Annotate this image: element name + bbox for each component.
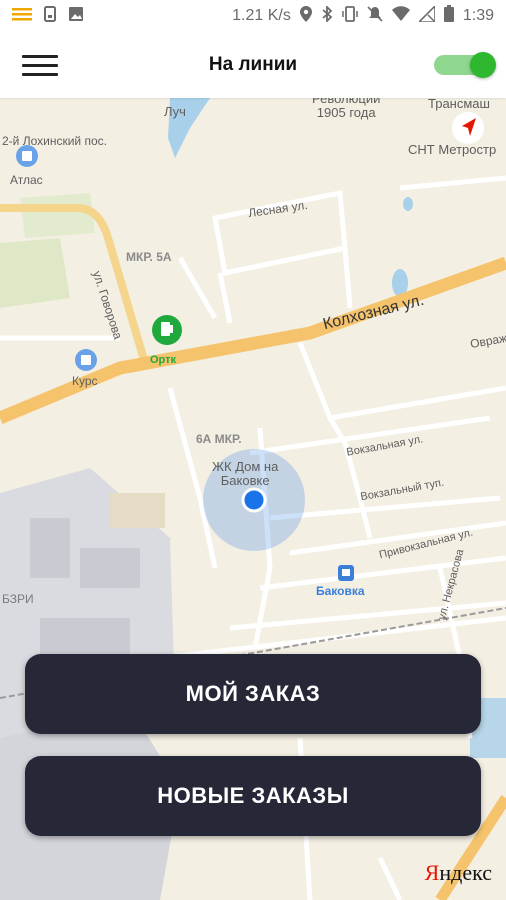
map-label: Курс [72, 374, 98, 388]
status-bar-left [0, 5, 84, 27]
map-label: МКР. 5А [126, 250, 172, 264]
new-orders-button[interactable]: НОВЫЕ ЗАКАЗЫ [25, 756, 481, 836]
map-label: Баковка [316, 584, 365, 598]
poi-atlas-icon[interactable] [16, 145, 38, 167]
vibrate-icon [342, 5, 358, 27]
gas-station-icon[interactable] [152, 315, 182, 345]
yandex-logo[interactable]: Яндекс [425, 860, 492, 886]
current-location-dot [241, 487, 267, 513]
menu-notification-icon [12, 6, 32, 27]
green-area-2 [20, 193, 95, 238]
compass-icon[interactable] [452, 112, 484, 144]
battery-icon [443, 5, 454, 27]
pond-small [403, 197, 413, 211]
network-speed: 1.21 K/s [232, 7, 291, 24]
map-label: Луч [164, 104, 186, 119]
building [110, 493, 165, 528]
building [30, 518, 70, 578]
mute-icon [367, 5, 383, 27]
map-label: ЖК Дом на Баковке [212, 459, 279, 488]
map-label: СНТ Метростр [408, 142, 497, 157]
toggle-thumb [470, 52, 496, 78]
app-bar: На линии [0, 32, 506, 98]
train-station-icon[interactable] [338, 565, 354, 581]
location-icon [299, 5, 312, 27]
green-area [0, 238, 70, 308]
image-icon [68, 6, 84, 27]
bluetooth-icon [321, 4, 333, 27]
map-label: Ортк [150, 354, 177, 366]
map-label: Революции 1905 года [312, 98, 381, 120]
status-bar: 1.21 K/s 1:39 [0, 0, 506, 32]
hamburger-menu-icon[interactable] [22, 45, 62, 85]
map-label: Трансмаш [428, 98, 490, 111]
online-toggle[interactable] [434, 52, 496, 78]
page-title: На линии [208, 54, 298, 75]
status-bar-right: 1.21 K/s 1:39 [232, 3, 506, 27]
my-order-button[interactable]: МОЙ ЗАКАЗ [25, 654, 481, 734]
clock: 1:39 [462, 7, 494, 24]
map-label: БЗРИ [2, 592, 34, 606]
wifi-icon [391, 5, 410, 27]
map-label: Атлас [10, 173, 43, 187]
map-label: 6А МКР. [196, 432, 242, 446]
map-label: 2-й Лохинский пос. [2, 134, 107, 148]
poi-kurs-icon[interactable] [75, 349, 97, 371]
no-signal-icon [416, 3, 436, 27]
sim-icon [44, 5, 56, 27]
building [80, 548, 140, 588]
